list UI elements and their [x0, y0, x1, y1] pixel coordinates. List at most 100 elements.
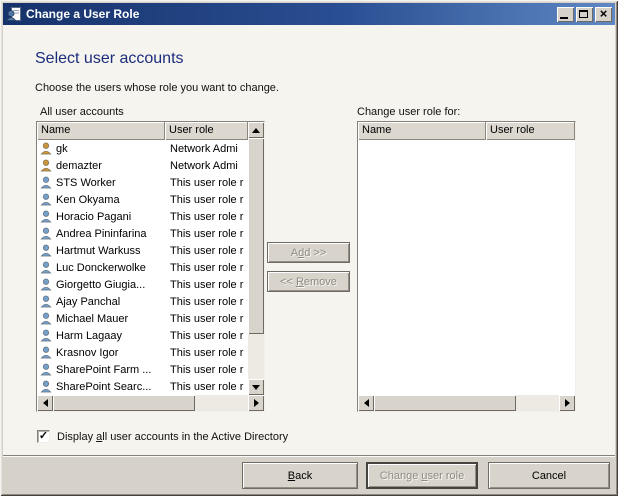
window-controls: × — [555, 6, 612, 22]
list-header: Name User role — [37, 122, 248, 140]
user-icon — [40, 329, 52, 342]
vertical-scrollbar[interactable] — [248, 122, 264, 395]
user-row[interactable]: Luc Donckerwolke This user role r — [37, 259, 248, 276]
arrow-left-icon[interactable] — [37, 395, 53, 411]
window-title: Change a User Role — [26, 7, 140, 21]
user-icon — [40, 261, 52, 274]
user-row[interactable]: Harm Lagaay This user role r — [37, 327, 248, 344]
column-header-user-role[interactable]: User role — [165, 122, 248, 140]
arrow-right-icon[interactable] — [248, 395, 264, 411]
user-role: This user role r — [170, 278, 244, 291]
user-role: This user role r — [170, 227, 244, 240]
user-role: This user role r — [170, 210, 244, 223]
user-icon — [40, 210, 52, 223]
column-header-name[interactable]: Name — [358, 122, 486, 140]
user-name: demazter — [56, 159, 102, 172]
arrow-left-icon[interactable] — [358, 395, 374, 411]
user-rows — [358, 140, 575, 395]
back-button[interactable]: Back — [242, 462, 358, 489]
user-role: This user role r — [170, 363, 244, 376]
user-icon — [40, 380, 52, 393]
user-row[interactable]: gk Network Admi — [37, 140, 248, 157]
change-role-for-list[interactable]: Name User role — [357, 121, 576, 412]
titlebar[interactable]: Change a User Role × — [3, 3, 615, 25]
user-name: Harm Lagaay — [56, 329, 123, 342]
dialog-body: Select user accounts Choose the users wh… — [3, 25, 615, 456]
user-document-icon — [5, 6, 22, 22]
horizontal-scrollbar[interactable] — [37, 395, 264, 411]
user-icon — [40, 227, 52, 240]
user-name: Ajay Panchal — [56, 295, 121, 308]
user-icon — [40, 278, 52, 291]
user-name: Hartmut Warkuss — [56, 244, 141, 257]
user-row[interactable]: demazter Network Admi — [37, 157, 248, 174]
user-icon — [40, 176, 52, 189]
user-name: Andrea Pininfarina — [56, 227, 147, 240]
display-all-users-checkbox-row: ✓ Display all user accounts in the Activ… — [37, 430, 288, 443]
user-row[interactable]: STS Worker This user role r — [37, 174, 248, 191]
footer-bar: Back Change u ser role Cancel — [3, 455, 615, 493]
arrow-up-icon[interactable] — [248, 122, 264, 138]
cancel-button[interactable]: Cancel — [488, 462, 610, 489]
remove-button[interactable]: << Remove — [267, 271, 350, 292]
user-role: Network Admi — [170, 159, 238, 172]
all-users-list[interactable]: Name User role gk Network Admi demazter … — [36, 121, 265, 412]
user-rows: gk Network Admi demazter Network Admi ST… — [37, 140, 248, 395]
user-row[interactable]: SharePoint Searc... This user role r — [37, 378, 248, 395]
user-name: Ken Okyama — [56, 193, 120, 206]
user-name: SharePoint Searc... — [56, 380, 152, 393]
user-role: This user role r — [170, 295, 244, 308]
user-icon — [40, 346, 52, 359]
user-name: Giorgetto Giugia... — [56, 278, 146, 291]
user-row[interactable]: Hartmut Warkuss This user role r — [37, 242, 248, 259]
user-icon — [40, 363, 52, 376]
change-user-role-button[interactable]: Change u ser role — [366, 462, 478, 489]
user-name: SharePoint Farm ... — [56, 363, 152, 376]
page-description: Choose the users whose role you want to … — [35, 82, 279, 94]
user-name: Michael Mauer — [56, 312, 129, 325]
user-name: gk — [56, 142, 68, 155]
maximize-icon[interactable] — [576, 6, 593, 22]
page-title: Select user accounts — [35, 50, 184, 67]
scrollbar-thumb[interactable] — [53, 395, 195, 411]
user-icon — [40, 295, 52, 308]
user-row[interactable]: Ajay Panchal This user role r — [37, 293, 248, 310]
horizontal-scrollbar[interactable] — [358, 395, 575, 411]
user-role: This user role r — [170, 261, 244, 274]
change-role-for-label: Change user role for: — [357, 106, 461, 118]
arrow-right-icon[interactable] — [559, 395, 575, 411]
user-role: This user role r — [170, 176, 244, 189]
user-row[interactable]: Andrea Pininfarina This user role r — [37, 225, 248, 242]
user-row[interactable]: Krasnov Igor This user role r — [37, 344, 248, 361]
user-role: This user role r — [170, 244, 244, 257]
user-role: This user role r — [170, 329, 244, 342]
user-name: Horacio Pagani — [56, 210, 132, 223]
arrow-down-icon[interactable] — [248, 379, 264, 395]
close-icon[interactable]: × — [595, 6, 612, 22]
change-user-role-dialog: Change a User Role × Select user account… — [0, 0, 618, 496]
display-all-users-checkbox[interactable]: ✓ — [37, 430, 50, 443]
scrollbar-thumb[interactable] — [374, 395, 516, 411]
user-row[interactable]: Horacio Pagani This user role r — [37, 208, 248, 225]
user-role: This user role r — [170, 346, 244, 359]
user-name: STS Worker — [56, 176, 116, 189]
user-role: Network Admi — [170, 142, 238, 155]
user-row[interactable]: Ken Okyama This user role r — [37, 191, 248, 208]
user-row[interactable]: Michael Mauer This user role r — [37, 310, 248, 327]
user-name: Krasnov Igor — [56, 346, 119, 359]
user-row[interactable]: SharePoint Farm ... This user role r — [37, 361, 248, 378]
minimize-icon[interactable] — [557, 6, 574, 22]
user-role: This user role r — [170, 312, 244, 325]
column-header-user-role[interactable]: User role — [486, 122, 575, 140]
user-role: This user role r — [170, 193, 244, 206]
checkbox-label[interactable]: Display all user accounts in the Active … — [57, 431, 288, 443]
user-icon — [40, 193, 52, 206]
user-role: This user role r — [170, 380, 244, 393]
scrollbar-thumb[interactable] — [248, 138, 264, 334]
column-header-name[interactable]: Name — [37, 122, 165, 140]
user-icon — [40, 244, 52, 257]
all-users-label: All user accounts — [40, 106, 124, 118]
add-button[interactable]: Add >> — [267, 242, 350, 263]
check-icon: ✓ — [38, 430, 49, 442]
user-row[interactable]: Giorgetto Giugia... This user role r — [37, 276, 248, 293]
